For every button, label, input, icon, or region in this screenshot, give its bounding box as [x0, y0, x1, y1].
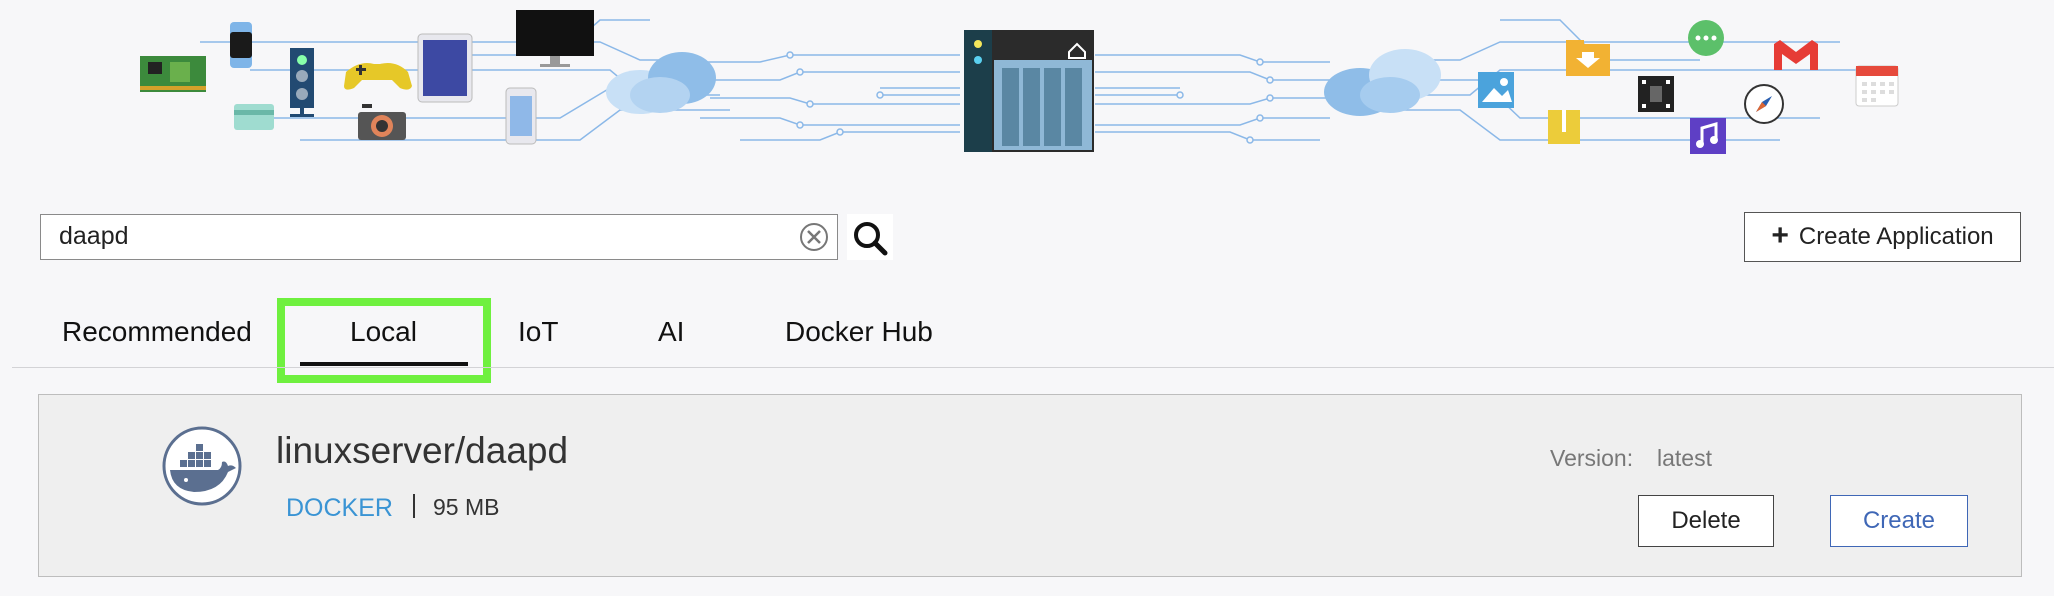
search-input[interactable] — [59, 215, 799, 258]
phone-icon — [505, 87, 537, 145]
active-tab-underline — [300, 362, 468, 366]
chat-icon — [1688, 20, 1724, 56]
search-icon — [854, 222, 888, 256]
plus-icon: + — [1771, 219, 1789, 252]
clear-search-icon[interactable] — [798, 221, 830, 253]
tab-ai[interactable]: AI — [658, 316, 684, 348]
monitor-icon — [516, 10, 594, 67]
cloud-icon — [1324, 49, 1441, 116]
banner-illustration — [140, 10, 1899, 154]
app-card — [38, 394, 2022, 577]
tab-iot[interactable]: IoT — [518, 316, 558, 348]
search-button[interactable] — [847, 214, 893, 260]
version-label: Version: — [1550, 445, 1634, 471]
meta-separator — [413, 494, 415, 518]
camera-icon — [358, 104, 406, 140]
create-application-button[interactable]: + Create Application — [1744, 212, 2021, 262]
app-name: linuxserver/daapd — [276, 430, 569, 471]
smartwatch-icon — [230, 22, 252, 68]
app-size: 95 MB — [433, 494, 500, 520]
speaker-icon — [290, 48, 314, 117]
download-folder-icon — [1566, 40, 1610, 76]
version-value: latest — [1657, 445, 1712, 471]
gamepad-icon — [344, 63, 412, 90]
tabs-divider — [12, 367, 2054, 368]
photo-icon — [1478, 72, 1514, 108]
tab-recommended[interactable]: Recommended — [62, 316, 252, 348]
nas-server-icon — [964, 30, 1094, 152]
delete-button[interactable]: Delete — [1638, 495, 1774, 547]
create-application-label: Create Application — [1798, 223, 1994, 250]
docker-logo-icon — [162, 426, 242, 506]
create-button[interactable]: Create — [1830, 495, 1968, 547]
active-tab-highlight — [277, 298, 491, 383]
credit-card-icon — [234, 104, 274, 130]
tablet-icon — [417, 33, 473, 103]
music-icon — [1690, 118, 1726, 154]
circuit-board-icon — [140, 56, 206, 92]
compass-icon — [1744, 84, 1784, 124]
search-field[interactable] — [40, 214, 838, 260]
film-icon — [1638, 76, 1674, 112]
zip-folder-icon — [1548, 110, 1580, 144]
mail-icon — [1774, 40, 1818, 70]
app-type-link[interactable]: DOCKER — [286, 494, 393, 523]
cloud-icon — [606, 52, 716, 114]
calendar-icon — [1855, 65, 1899, 107]
tab-docker-hub[interactable]: Docker Hub — [785, 316, 933, 348]
